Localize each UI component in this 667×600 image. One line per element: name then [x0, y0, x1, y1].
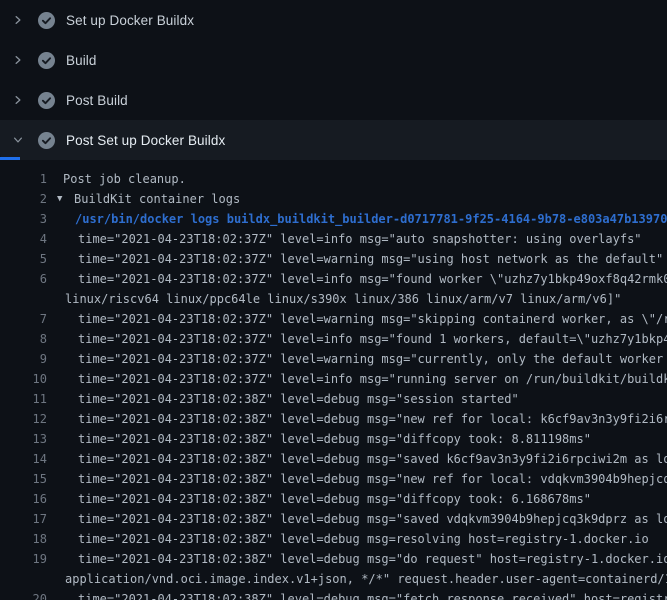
log-line: 4 time="2021-04-23T18:02:37Z" level=info… [0, 229, 667, 249]
log-line-text: time="2021-04-23T18:02:38Z" level=debug … [47, 472, 667, 486]
log-line-number[interactable]: 1 [0, 172, 47, 186]
job-steps-panel: Set up Docker Buildx Build [0, 0, 667, 160]
log-line-number[interactable]: 18 [0, 532, 47, 546]
log-line: 1 Post job cleanup. [0, 169, 667, 189]
log-line-text: time="2021-04-23T18:02:37Z" level=warnin… [47, 312, 667, 326]
log-line-text: time="2021-04-23T18:02:38Z" level=debug … [47, 512, 667, 526]
log-line-number[interactable]: 12 [0, 412, 47, 426]
log-line-number[interactable]: 8 [0, 332, 47, 346]
step-label: Set up Docker Buildx [66, 13, 194, 28]
chevron-right-icon [10, 12, 26, 28]
log-line: 3 /usr/bin/docker logs buildx_buildkit_b… [0, 209, 667, 229]
log-line-number[interactable]: 6 [0, 272, 47, 286]
log-line-text: Post job cleanup. [47, 172, 667, 186]
log-line-number[interactable]: 15 [0, 472, 47, 486]
log-line-number[interactable]: 20 [0, 592, 47, 600]
log-line-text: time="2021-04-23T18:02:38Z" level=debug … [47, 492, 667, 506]
log-line-text: time="2021-04-23T18:02:38Z" level=debug … [47, 552, 667, 566]
step-label: Post Set up Docker Buildx [66, 133, 225, 148]
log-line-text: time="2021-04-23T18:02:38Z" level=debug … [47, 452, 667, 466]
log-line-number[interactable]: 9 [0, 352, 47, 366]
log-line-text: /usr/bin/docker logs buildx_buildkit_bui… [47, 212, 667, 226]
log-line-number[interactable]: 19 [0, 552, 47, 566]
log-group-title[interactable]: BuildKit container logs [74, 192, 240, 206]
success-check-icon [38, 92, 55, 109]
log-line: 11 time="2021-04-23T18:02:38Z" level=deb… [0, 389, 667, 409]
log-line-text: time="2021-04-23T18:02:38Z" level=debug … [47, 432, 667, 446]
log-line-number[interactable]: 3 [0, 212, 47, 226]
success-check-icon [38, 12, 55, 29]
log-line: 19 time="2021-04-23T18:02:38Z" level=deb… [0, 549, 667, 569]
log-line-text: linux/riscv64 linux/ppc64le linux/s390x … [47, 292, 667, 306]
log-line: 20 time="2021-04-23T18:02:38Z" level=deb… [0, 589, 667, 600]
log-line-text: time="2021-04-23T18:02:37Z" level=warnin… [47, 352, 667, 366]
log-line-number[interactable]: 11 [0, 392, 47, 406]
log-line-number[interactable]: 14 [0, 452, 47, 466]
log-line: 5 time="2021-04-23T18:02:37Z" level=warn… [0, 249, 667, 269]
chevron-right-icon [10, 92, 26, 108]
log-line: 14 time="2021-04-23T18:02:38Z" level=deb… [0, 449, 667, 469]
log-line-number[interactable]: 5 [0, 252, 47, 266]
log-line-number[interactable]: 2 [0, 192, 47, 206]
log-line-text: time="2021-04-23T18:02:37Z" level=info m… [47, 372, 667, 386]
log-line-number[interactable]: 13 [0, 432, 47, 446]
log-line-text: time="2021-04-23T18:02:38Z" level=debug … [47, 392, 667, 406]
success-check-icon [38, 52, 55, 69]
log-line: 6 time="2021-04-23T18:02:37Z" level=info… [0, 269, 667, 289]
step-row-post-build[interactable]: Post Build [0, 80, 667, 120]
log-line-text: ▼BuildKit container logs [47, 192, 667, 206]
log-line-text: time="2021-04-23T18:02:38Z" level=debug … [47, 532, 667, 546]
log-line: 15 time="2021-04-23T18:02:38Z" level=deb… [0, 469, 667, 489]
log-line-text: time="2021-04-23T18:02:37Z" level=info m… [47, 232, 667, 246]
step-row-post-set-up-docker-buildx[interactable]: Post Set up Docker Buildx [0, 120, 667, 160]
log-line: linux/riscv64 linux/ppc64le linux/s390x … [0, 289, 667, 309]
log-line-text: application/vnd.oci.image.index.v1+json,… [47, 572, 667, 586]
log-line: 18 time="2021-04-23T18:02:38Z" level=deb… [0, 529, 667, 549]
log-line: 16 time="2021-04-23T18:02:38Z" level=deb… [0, 489, 667, 509]
log-line-text: time="2021-04-23T18:02:38Z" level=debug … [47, 412, 667, 426]
log-line-number[interactable]: 7 [0, 312, 47, 326]
step-log-panel: 1 Post job cleanup. 2 ▼BuildKit containe… [0, 160, 667, 600]
step-label: Post Build [66, 93, 128, 108]
step-label: Build [66, 53, 97, 68]
log-line: 8 time="2021-04-23T18:02:37Z" level=info… [0, 329, 667, 349]
log-line-number[interactable]: 10 [0, 372, 47, 386]
log-line-text: time="2021-04-23T18:02:37Z" level=info m… [47, 272, 667, 286]
log-line: 13 time="2021-04-23T18:02:38Z" level=deb… [0, 429, 667, 449]
log-line: application/vnd.oci.image.index.v1+json,… [0, 569, 667, 589]
step-row-set-up-docker-buildx[interactable]: Set up Docker Buildx [0, 0, 667, 40]
log-line-text: time="2021-04-23T18:02:38Z" level=debug … [47, 592, 667, 600]
step-row-build[interactable]: Build [0, 40, 667, 80]
log-line: 9 time="2021-04-23T18:02:37Z" level=warn… [0, 349, 667, 369]
log-line-number[interactable]: 17 [0, 512, 47, 526]
log-line-number[interactable]: 16 [0, 492, 47, 506]
log-line: 7 time="2021-04-23T18:02:37Z" level=warn… [0, 309, 667, 329]
log-line: 12 time="2021-04-23T18:02:38Z" level=deb… [0, 409, 667, 429]
log-line: 2 ▼BuildKit container logs [0, 189, 667, 209]
log-line-text: time="2021-04-23T18:02:37Z" level=warnin… [47, 252, 667, 266]
step-focus-accent [0, 157, 20, 160]
success-check-icon [38, 132, 55, 149]
log-line-text: time="2021-04-23T18:02:37Z" level=info m… [47, 332, 667, 346]
log-line: 10 time="2021-04-23T18:02:37Z" level=inf… [0, 369, 667, 389]
chevron-right-icon [10, 52, 26, 68]
log-line: 17 time="2021-04-23T18:02:38Z" level=deb… [0, 509, 667, 529]
log-group-caret-icon[interactable]: ▼ [57, 194, 74, 204]
log-line-number[interactable]: 4 [0, 232, 47, 246]
chevron-down-icon [10, 132, 26, 148]
